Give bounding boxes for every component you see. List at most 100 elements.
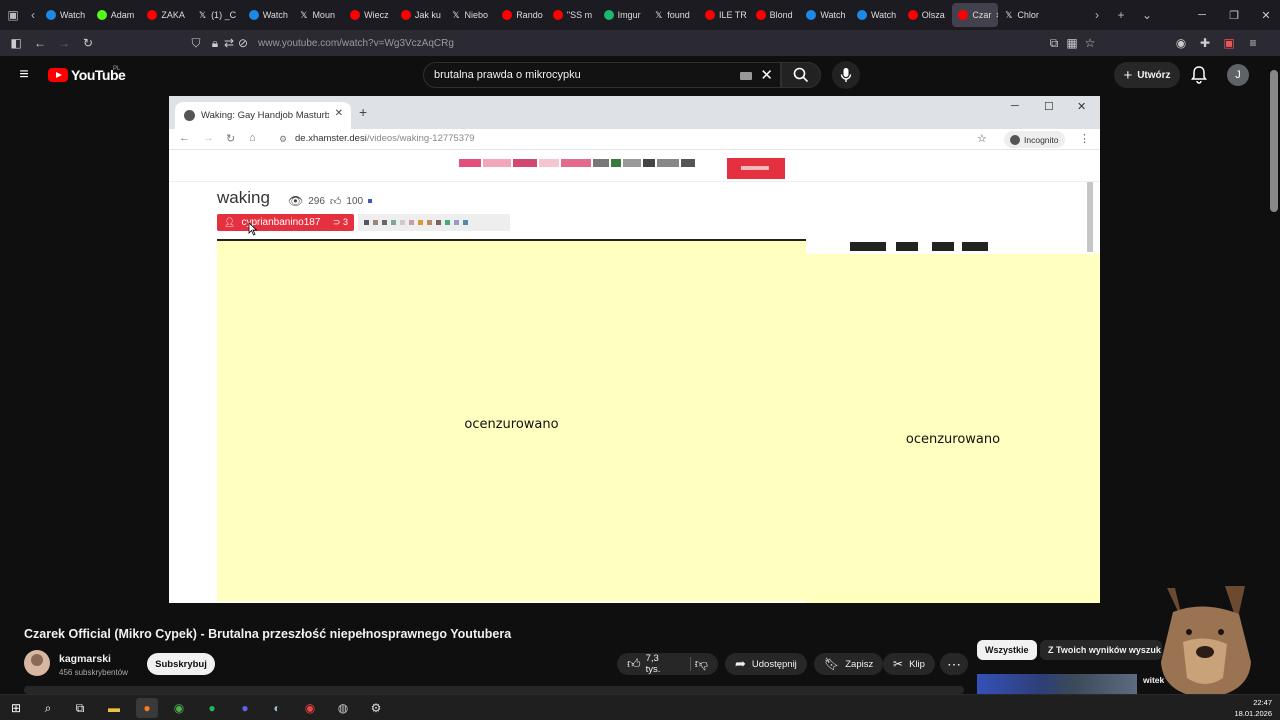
browser-tab[interactable]: "SS m — [547, 3, 598, 27]
windows-start-icon[interactable]: ⊞ — [5, 698, 27, 718]
sidebar-toggle-icon[interactable]: ◧ — [4, 31, 28, 55]
permissions-icon[interactable]: ⇄ — [222, 31, 236, 55]
lock-icon[interactable]: 🔒︎ — [208, 31, 222, 55]
subscribe-button[interactable]: Subskrybuj — [147, 653, 215, 675]
clip-label: Klip — [909, 658, 925, 670]
create-label: Utwórz — [1137, 69, 1171, 81]
dislike-button[interactable]: 👎︎ — [695, 656, 708, 672]
taskbar-search-icon[interactable]: ⌕ — [37, 698, 59, 718]
browser-tab[interactable]: ZAKA — [141, 3, 192, 27]
x-icon: 𝕏 — [452, 10, 460, 20]
address-bar[interactable]: www.youtube.com/watch?v=Wg3VczAqCRg — [258, 38, 454, 49]
channel-avatar[interactable] — [24, 650, 50, 676]
censored-label: ocenzurowano — [464, 417, 559, 432]
browser-tab[interactable]: Olsza — [902, 3, 953, 27]
browser-tab[interactable]: ILE TR — [699, 3, 750, 27]
inner-tab: Waking: Gay Handjob Masturbat ✕ — [175, 102, 351, 129]
inner-browser-toolbar: ← → ↻ ⌂ ⚙ de.xhamster.desi/videos/waking… — [169, 129, 1100, 150]
clear-search-icon[interactable]: ✕ — [760, 66, 773, 84]
browser-tab[interactable]: 𝕏 Moun — [293, 3, 344, 27]
reload-icon[interactable]: ↻ — [76, 31, 100, 55]
channel-name[interactable]: kagmarski — [59, 653, 111, 665]
spotify-icon[interactable]: ● — [201, 698, 223, 718]
file-explorer-icon[interactable]: ▬ — [103, 698, 125, 718]
extensions-icon[interactable]: ✚ — [1193, 31, 1217, 55]
browser-tab-label: Watch — [871, 10, 897, 20]
save-button[interactable]: 🔖︎ Zapisz — [814, 653, 884, 675]
browser-tab[interactable]: 𝕏 (1) _C — [192, 3, 243, 27]
browser-tab-label: "SS m — [566, 10, 593, 20]
tabs-scroll-left-icon[interactable]: ‹ — [26, 0, 40, 30]
minimize-icon[interactable]: ─ — [1186, 0, 1218, 30]
browser-tab[interactable]: Watch — [800, 3, 851, 27]
browser-tab-label: Moun — [312, 10, 335, 20]
app-menu-icon[interactable]: ≡ — [1241, 31, 1265, 55]
microphone-icon — [840, 68, 852, 82]
share-icon: ➦ — [735, 656, 746, 671]
browser-tab[interactable]: 𝕏 Chlor — [998, 3, 1049, 27]
browser-tab[interactable]: 𝕏 Niebo — [446, 3, 497, 27]
browser-tab[interactable]: Rando — [496, 3, 547, 27]
account-icon[interactable]: ◉ — [1169, 31, 1193, 55]
clip-button[interactable]: ✂ Klip — [883, 653, 935, 675]
plus-icon: + — [1123, 66, 1133, 84]
chrome-alt-icon[interactable]: ◉ — [299, 698, 321, 718]
tab-overview-icon[interactable]: ▣ — [0, 0, 26, 30]
tabs-scroll-right-icon[interactable]: › — [1090, 0, 1104, 30]
inner-new-tab-icon: + — [359, 104, 368, 120]
browser-tab-label: found — [667, 10, 690, 20]
steam-icon[interactable]: ◐ — [266, 698, 288, 718]
keyboard-icon[interactable] — [740, 72, 752, 80]
tab-list-dropdown-icon[interactable]: ⌄ — [1134, 0, 1160, 30]
page-scrollbar[interactable] — [1270, 70, 1278, 212]
hamburger-menu-icon[interactable]: ≡ — [14, 65, 34, 85]
browser-tab[interactable]: Watch — [40, 3, 91, 27]
firefox-icon[interactable]: ● — [136, 698, 158, 718]
system-clock[interactable]: 22:47 18.01.2026 — [1234, 697, 1272, 719]
browser-tab[interactable]: Blond — [750, 3, 801, 27]
no-camera-icon[interactable]: ⊘ — [236, 31, 250, 55]
browser-tab[interactable]: Jak ku — [395, 3, 446, 27]
close-window-icon[interactable]: ✕ — [1250, 0, 1280, 30]
browser-tab[interactable]: Imgur — [598, 3, 649, 27]
chrome-icon[interactable]: ◉ — [168, 698, 190, 718]
notifications-bell-icon[interactable] — [1189, 65, 1209, 85]
bookmark-icon: 🔖︎ — [824, 657, 840, 671]
discord-icon[interactable]: ● — [234, 698, 256, 718]
bookmark-star-icon[interactable]: ☆ — [1078, 31, 1102, 55]
thumbs-up-icon: 👍︎ — [329, 195, 342, 208]
share-button[interactable]: ➦ Udostępnij — [725, 653, 807, 675]
extension-badge-icon[interactable]: ▣ — [1217, 31, 1241, 55]
like-button[interactable]: 👍︎ 7,3 tys. — [627, 653, 673, 675]
forward-icon[interactable]: → — [52, 31, 76, 55]
related-video-thumbnail[interactable] — [977, 674, 1137, 694]
shield-icon[interactable]: ⛉ — [184, 31, 208, 55]
account-avatar[interactable]: J — [1227, 64, 1249, 86]
chip-from-your-searches[interactable]: Z Twoich wyników wyszuk — [1040, 640, 1162, 660]
browser-tab[interactable]: Watch — [243, 3, 294, 27]
browser-tab[interactable]: 𝕏found — [648, 3, 699, 27]
description-box[interactable] — [24, 686, 964, 694]
browser-tab[interactable]: Watch — [851, 3, 902, 27]
search-input[interactable]: brutalna prawda o mikrocypku — [434, 69, 581, 81]
task-view-icon[interactable]: ⧉ — [69, 698, 91, 718]
like-count: 7,3 tys. — [645, 653, 661, 675]
browser-tab-label: Rando — [516, 10, 543, 20]
browser-tab-label: Blond — [769, 10, 793, 20]
voice-search-button[interactable] — [832, 61, 860, 89]
video-player[interactable]: Waking: Gay Handjob Masturbat ✕ + ─ ☐ ✕ … — [169, 96, 1100, 603]
search-box[interactable]: brutalna prawda o mikrocypku ✕ — [423, 62, 781, 88]
obs-icon[interactable]: ◍ — [332, 698, 354, 718]
more-actions-button[interactable]: ⋯ — [940, 653, 968, 675]
settings-app-icon[interactable]: ⚙ — [365, 698, 387, 718]
new-tab-icon[interactable]: + — [1108, 0, 1134, 30]
search-button[interactable] — [781, 62, 821, 88]
create-button[interactable]: + Utwórz — [1114, 62, 1180, 88]
chip-all[interactable]: Wszystkie — [977, 640, 1037, 660]
browser-tab[interactable]: Czar✕ — [952, 3, 999, 27]
browser-tab[interactable]: Adam — [91, 3, 142, 27]
browser-tab[interactable]: Wiecz — [344, 3, 395, 27]
back-icon[interactable]: ← — [28, 31, 52, 55]
like-dislike-group: 👍︎ 7,3 tys. 👎︎ — [617, 653, 718, 675]
restore-icon[interactable]: ❐ — [1218, 0, 1250, 30]
